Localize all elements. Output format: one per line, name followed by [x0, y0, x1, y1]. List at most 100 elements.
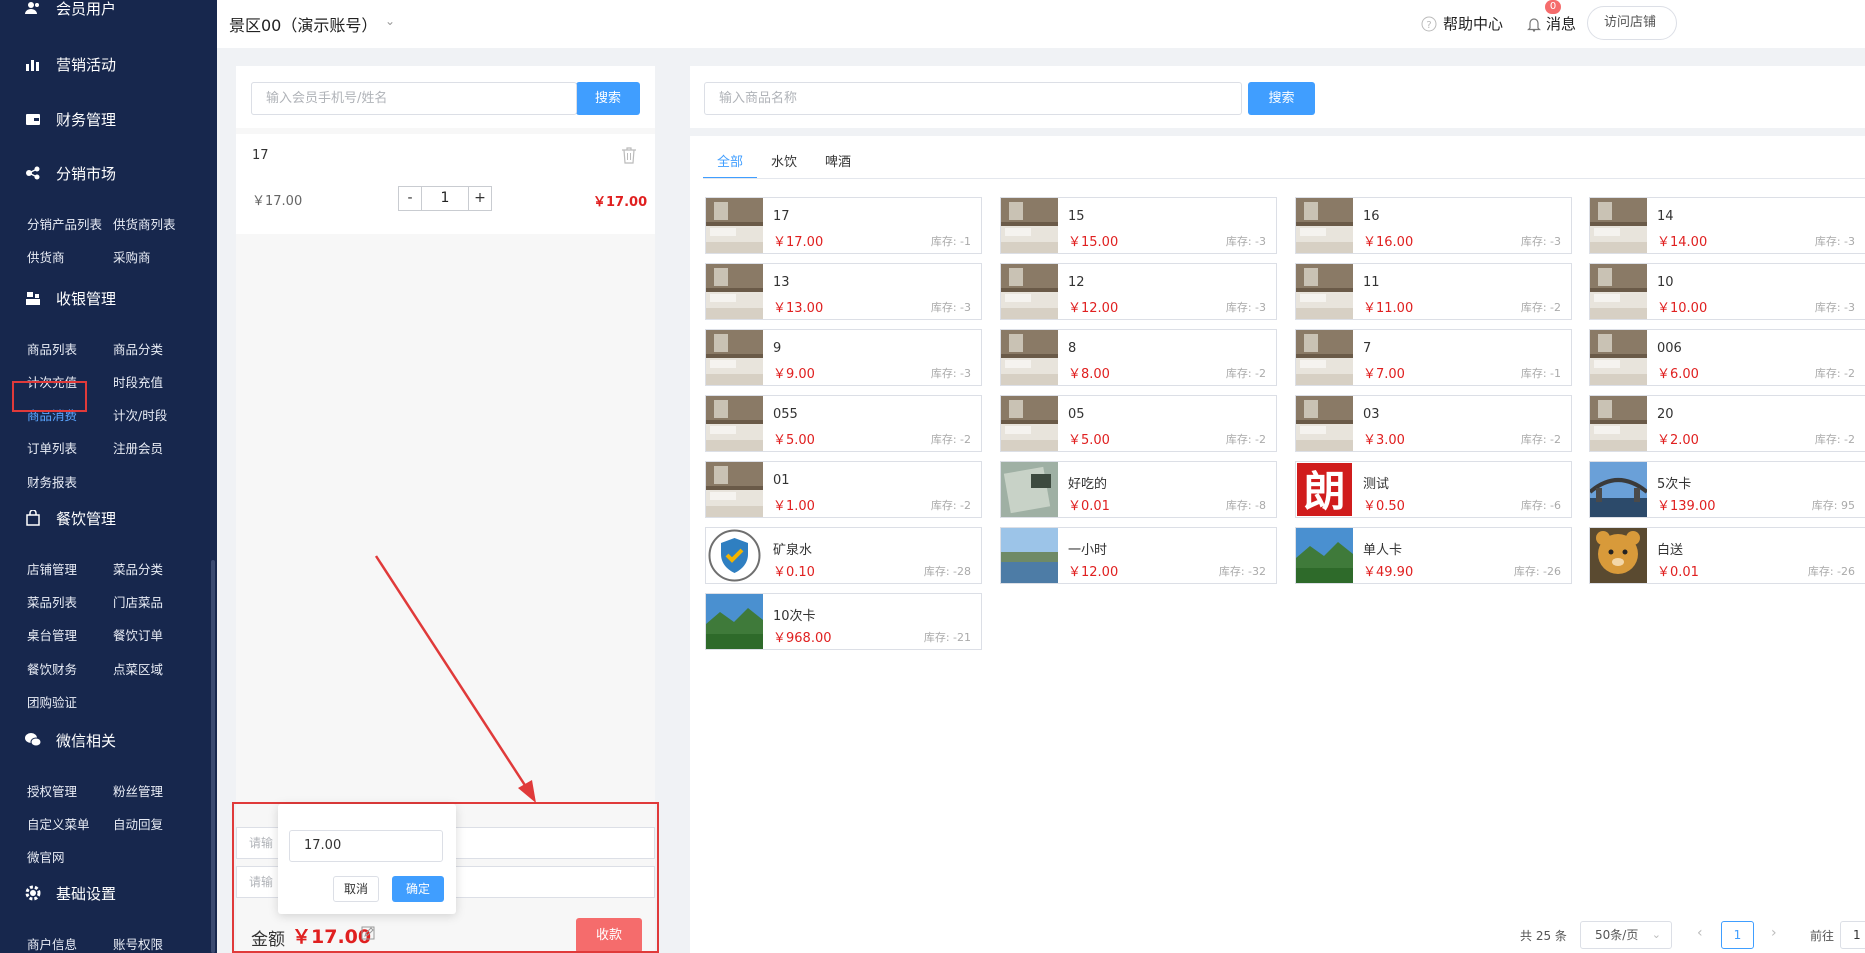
product-stock: 库存: -3	[1225, 301, 1266, 314]
product-card[interactable]: 白送 ￥0.01 库存: -26	[1589, 527, 1865, 584]
sidebar-item-order-area[interactable]: 点菜区域	[113, 659, 163, 678]
sidebar-section-settings[interactable]: 基础设置	[0, 873, 217, 913]
product-card[interactable]: 朗 测试 ￥0.50 库存: -6	[1295, 461, 1572, 518]
product-name: 03	[1363, 407, 1380, 422]
sidebar-item-custom-menu[interactable]: 自定义菜单	[27, 814, 90, 833]
sidebar-item-dish-category[interactable]: 菜品分类	[113, 559, 163, 578]
product-card[interactable]: 15 ￥15.00 库存: -3	[1000, 197, 1277, 254]
product-thumbnail	[1590, 396, 1647, 451]
sidebar-section-distribution[interactable]: 分销市场	[0, 153, 217, 193]
product-card[interactable]: 17 ￥17.00 库存: -1	[705, 197, 982, 254]
sidebar-section-wechat[interactable]: 微信相关	[0, 720, 217, 760]
product-card[interactable]: 055 ￥5.00 库存: -2	[705, 395, 982, 452]
sidebar-item-product-list[interactable]: 商品列表	[27, 339, 77, 358]
decrement-button[interactable]: -	[399, 187, 421, 210]
product-stock: 库存: -2	[1225, 433, 1266, 446]
product-search-input[interactable]: 输入商品名称	[704, 82, 1242, 115]
scenic-selector[interactable]: 景区00（演示账号）	[229, 12, 377, 36]
product-card[interactable]: 006 ￥6.00 库存: -2	[1589, 329, 1865, 386]
confirm-button[interactable]: 确定	[392, 876, 444, 902]
sidebar-item-fans-manage[interactable]: 粉丝管理	[113, 781, 163, 800]
sidebar-item-store-manage[interactable]: 店铺管理	[27, 559, 77, 578]
product-card[interactable]: 一小时 ￥12.00 库存: -32	[1000, 527, 1277, 584]
trash-icon[interactable]	[621, 146, 637, 164]
product-card[interactable]: 16 ￥16.00 库存: -3	[1295, 197, 1572, 254]
product-card[interactable]: 14 ￥14.00 库存: -3	[1589, 197, 1865, 254]
product-card[interactable]: 8 ￥8.00 库存: -2	[1000, 329, 1277, 386]
sidebar-section-cashier[interactable]: 收银管理	[0, 278, 217, 318]
sidebar-item-count-period[interactable]: 计次/时段	[113, 405, 167, 424]
cart-item-total: ￥17.00	[593, 195, 648, 210]
visit-store-button[interactable]: 访问店铺	[1587, 6, 1677, 40]
sidebar-item-dish-list[interactable]: 菜品列表	[27, 592, 77, 611]
wechat-icon	[24, 731, 42, 749]
member-search-button[interactable]: 搜索	[576, 82, 640, 115]
cart-item-name: 17	[252, 148, 269, 163]
product-card[interactable]: 10次卡 ￥968.00 库存: -21	[705, 593, 982, 650]
quantity-input[interactable]: 1	[421, 187, 469, 210]
product-card[interactable]: 5次卡 ￥139.00 库存: 95	[1588, 461, 1865, 518]
product-card[interactable]: 9 ￥9.00 库存: -3	[705, 329, 982, 386]
product-card[interactable]: 05 ￥5.00 库存: -2	[1000, 395, 1277, 452]
sidebar-item-dining-order[interactable]: 餐饮订单	[113, 625, 163, 644]
goto-page-input[interactable]: 1	[1840, 921, 1865, 949]
sidebar-item-dining-finance[interactable]: 餐饮财务	[27, 659, 77, 678]
product-stock: 库存: -3	[1225, 235, 1266, 248]
product-card[interactable]: 12 ￥12.00 库存: -3	[1000, 263, 1277, 320]
sidebar-item-store-dish[interactable]: 门店菜品	[113, 592, 163, 611]
increment-button[interactable]: +	[469, 187, 491, 210]
product-stock: 库存: -28	[923, 565, 971, 578]
product-card[interactable]: 20 ￥2.00 库存: -2	[1589, 395, 1865, 452]
product-card[interactable]: 7 ￥7.00 库存: -1	[1295, 329, 1572, 386]
product-card[interactable]: 10 ￥10.00 库存: -3	[1589, 263, 1865, 320]
sidebar-item-auto-reply[interactable]: 自动回复	[113, 814, 163, 833]
amount-edit-input[interactable]: 17.00	[289, 830, 443, 862]
help-center-link[interactable]: ? 帮助中心	[1421, 13, 1503, 34]
product-card[interactable]: 单人卡 ￥49.90 库存: -26	[1295, 527, 1572, 584]
tab-all[interactable]: 全部	[703, 149, 758, 179]
sidebar-item-supplier[interactable]: 供货商	[27, 247, 65, 266]
sidebar-section-members[interactable]: 会员用户	[0, 0, 217, 28]
sidebar-item-product-category[interactable]: 商品分类	[113, 339, 163, 358]
page-number-current[interactable]: 1	[1721, 921, 1754, 949]
sidebar-section-finance[interactable]: 财务管理	[0, 99, 217, 139]
quantity-stepper[interactable]: - 1 +	[398, 186, 492, 211]
sidebar-item-table-manage[interactable]: 桌台管理	[27, 625, 77, 644]
messages-link[interactable]: 消息	[1526, 13, 1576, 34]
sidebar-item-order-list[interactable]: 订单列表	[27, 438, 77, 457]
product-card[interactable]: 好吃的 ￥0.01 库存: -8	[1000, 461, 1277, 518]
sidebar-item-purchaser[interactable]: 采购商	[113, 247, 151, 266]
sidebar-item-supplier-list[interactable]: 供货商列表	[113, 214, 176, 233]
product-search-button[interactable]: 搜索	[1248, 82, 1315, 115]
category-tabs: 全部 水饮 啤酒	[703, 149, 865, 179]
prev-page-icon[interactable]: ‹	[1697, 925, 1703, 941]
product-card[interactable]: 13 ￥13.00 库存: -3	[705, 263, 982, 320]
sidebar-item-register-member[interactable]: 注册会员	[113, 438, 163, 457]
chevron-down-icon[interactable]: ⌄	[385, 14, 395, 28]
product-card[interactable]: 03 ￥3.00 库存: -2	[1295, 395, 1572, 452]
sidebar-section-dining[interactable]: 餐饮管理	[0, 498, 217, 538]
product-stock: 库存: 95	[1811, 499, 1855, 512]
bell-icon	[1527, 17, 1541, 32]
sidebar-scrollbar[interactable]	[211, 560, 215, 953]
sidebar-item-auth-manage[interactable]: 授权管理	[27, 781, 77, 800]
sidebar-item-finance-report[interactable]: 财务报表	[27, 472, 77, 491]
product-card[interactable]: 矿泉水 ￥0.10 库存: -28	[705, 527, 982, 584]
next-page-icon[interactable]: ›	[1771, 925, 1777, 941]
cancel-button[interactable]: 取消	[333, 876, 379, 902]
message-count-badge: 0	[1545, 0, 1561, 14]
sidebar-item-micro-site[interactable]: 微官网	[27, 847, 65, 866]
product-price: ￥10.00	[1657, 301, 1708, 316]
tab-beer[interactable]: 啤酒	[811, 149, 865, 179]
sidebar-section-marketing[interactable]: 营销活动	[0, 44, 217, 84]
page-size-select[interactable]: 50条/页 ⌄	[1580, 921, 1672, 949]
sidebar-item-period-recharge[interactable]: 时段充值	[113, 372, 163, 391]
sidebar-item-dist-product-list[interactable]: 分销产品列表	[27, 214, 102, 233]
tab-drinks[interactable]: 水饮	[757, 149, 811, 179]
product-thumbnail	[706, 594, 763, 649]
product-card[interactable]: 01 ￥1.00 库存: -2	[705, 461, 982, 518]
member-search-input-field[interactable]: 输入会员手机号/姓名	[251, 82, 577, 115]
sidebar-item-group-verify[interactable]: 团购验证	[27, 692, 77, 711]
product-name: 矿泉水	[773, 543, 813, 558]
product-card[interactable]: 11 ￥11.00 库存: -2	[1295, 263, 1572, 320]
